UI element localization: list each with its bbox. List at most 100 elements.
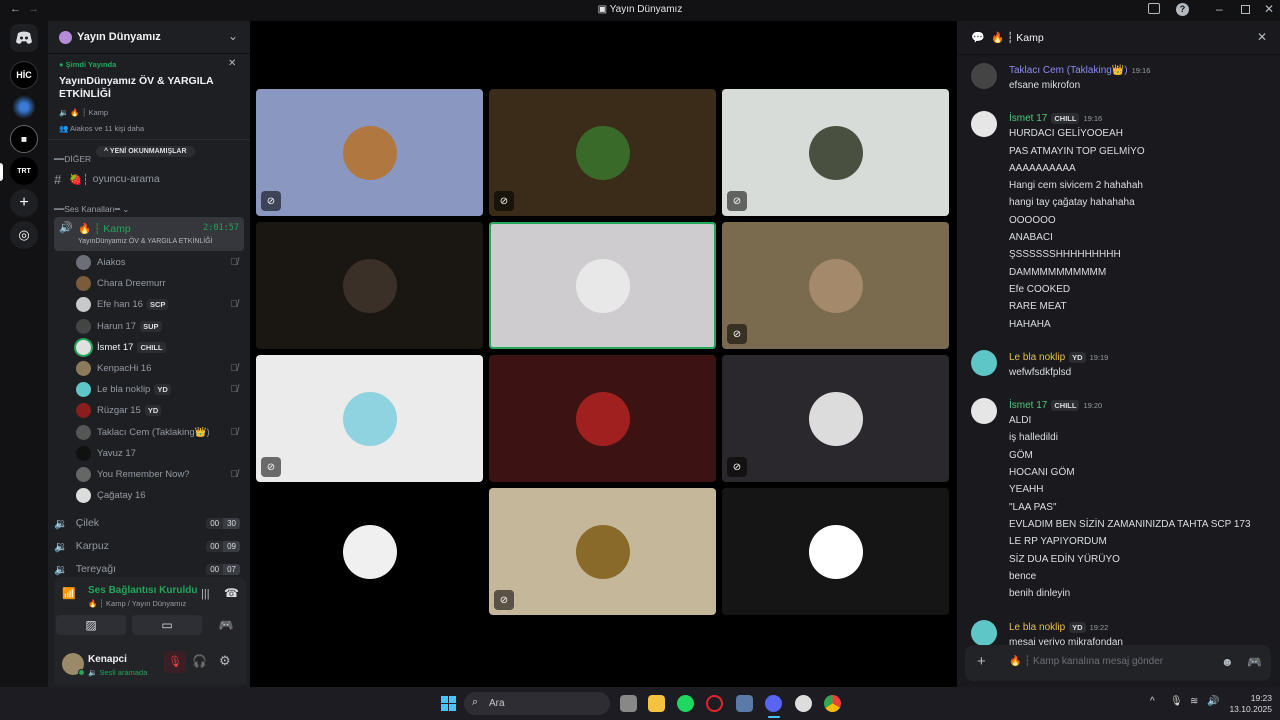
steam-icon[interactable] — [795, 695, 812, 712]
voice-member[interactable]: Taklacı Cem (Taklaking👑) 🎙̸ — [76, 423, 244, 442]
live-event-card[interactable]: ● Şimdi Yayında ✕ YayınDünyamız ÖV & YAR… — [48, 55, 250, 140]
voice-channel-name: Tereyağı — [75, 563, 116, 575]
voice-channel-name: 🔥 ┆ Kamp — [78, 223, 131, 235]
microphone-icon[interactable]: 🎙 — [1170, 696, 1183, 707]
voice-channel-subtitle: YayınDünyamız ÖV & YARGILA ETKİNLİĞİ — [78, 238, 213, 245]
help-icon[interactable]: ? — [1176, 3, 1189, 16]
volume-icon[interactable]: 🔊 — [1207, 696, 1219, 707]
video-tile[interactable]: ⊘ — [256, 355, 483, 482]
screen-share-button[interactable]: ▭ — [132, 615, 202, 635]
channel-emoji-icon: 🍓┆ — [69, 173, 89, 186]
unread-pill[interactable]: ^ YENİ OKUNMAMIŞLAR — [96, 146, 195, 157]
active-voice-channel[interactable]: 🔊 🔥 ┆ Kamp 2:01:57 YayınDünyamız ÖV & YA… — [54, 217, 244, 251]
message-time: 19:20 — [1083, 401, 1103, 411]
voice-member[interactable]: Rüzgar 15 YD — [76, 401, 244, 420]
category-voice[interactable]: ━━ Ses Kanalları ━ ⌄ — [54, 199, 244, 219]
avatar[interactable] — [971, 619, 997, 646]
video-tile[interactable]: ⊘ — [722, 355, 949, 482]
avatar[interactable] — [971, 398, 997, 425]
video-tile[interactable]: ⊘ — [489, 89, 716, 216]
video-tile[interactable] — [489, 222, 716, 349]
message-text: OOOOOO — [1009, 214, 1056, 226]
chrome-icon[interactable] — [824, 695, 841, 712]
video-tile[interactable] — [489, 355, 716, 482]
video-tile[interactable] — [256, 222, 483, 349]
tray-chevron-icon[interactable]: ^ — [1150, 696, 1155, 707]
video-tile[interactable] — [722, 488, 949, 615]
video-tile[interactable]: ⊘ — [722, 89, 949, 216]
server-hic[interactable]: HİC — [10, 61, 38, 89]
mic-muted-button[interactable]: 🎙 — [164, 651, 186, 673]
close-icon[interactable]: ✕ — [228, 58, 236, 69]
speaker-icon: 🔉 — [54, 563, 68, 576]
voice-channel[interactable]: 🔉 Çilek 00 30 — [54, 513, 244, 533]
message-text: ANABACI — [1009, 232, 1053, 244]
message-header: İsmet 17 CHILL 19:20 — [1009, 400, 1103, 412]
voice-member[interactable]: Efe han 16 SCP 🎙̸ — [76, 295, 244, 314]
taskbar-search[interactable]: ⌕ Ara — [464, 692, 610, 715]
message: Taklacı Cem (Taklaking👑) 19:16 efsane mikr… — [969, 63, 1269, 96]
disconnect-icon[interactable]: ☎ — [224, 586, 239, 600]
add-attachment-icon[interactable]: + — [977, 653, 986, 670]
discord-home-icon[interactable] — [10, 24, 38, 52]
message-text: benih dinleyin — [1009, 588, 1071, 600]
task-view-icon[interactable] — [620, 695, 637, 712]
video-tile[interactable]: ⊘ — [256, 89, 483, 216]
activity-controller-button[interactable]: 🎮 — [208, 615, 244, 635]
discord-taskbar-icon[interactable] — [765, 695, 782, 712]
message-input[interactable]: 🔥 ┆ Kamp kanalına mesaj gönder — [1009, 656, 1163, 667]
inbox-icon[interactable] — [1148, 3, 1160, 14]
wifi-icon[interactable]: ≋ — [1190, 696, 1198, 707]
voice-member[interactable]: Harun 17 SUP — [76, 317, 244, 336]
emoji-icon[interactable]: ☻ — [1221, 655, 1234, 669]
speaker-icon: 🔉 — [54, 517, 68, 530]
voice-channel[interactable]: 🔉 Karpuz 00 09 — [54, 536, 244, 556]
chevron-down-icon[interactable]: ⌄ — [228, 29, 238, 43]
close-window-icon[interactable]: ✕ — [1264, 2, 1274, 16]
file-explorer-icon[interactable] — [648, 695, 665, 712]
message-text: GÖM — [1009, 449, 1033, 461]
discover-compass-icon[interactable]: ◎ — [10, 221, 38, 249]
video-tile[interactable] — [256, 488, 483, 615]
message-time: 19:16 — [1083, 114, 1103, 124]
add-server-icon[interactable]: + — [10, 189, 38, 217]
message-header: Le bla noklip YD 19:22 — [1009, 621, 1108, 633]
maximize-icon[interactable] — [1241, 5, 1250, 14]
server-trt[interactable]: TRT — [10, 157, 38, 185]
close-chat-icon[interactable]: ✕ — [1257, 30, 1267, 44]
voice-member[interactable]: Çağatay 16 — [76, 486, 244, 505]
camera-off-button[interactable]: ▨ — [56, 615, 126, 635]
avatar — [76, 382, 91, 398]
voice-member[interactable]: KenpacHi 16 🎙̸ — [76, 359, 244, 378]
avatar — [76, 488, 91, 504]
voice-member[interactable]: Yavuz 17 — [76, 444, 244, 463]
guild-header[interactable]: Yayın Dünyamız ⌄ — [48, 21, 250, 54]
voice-member[interactable]: Aiakos 🎙̸ — [76, 253, 244, 272]
voice-member[interactable]: İsmet 17 CHILL — [76, 338, 244, 357]
video-tile[interactable]: ⊘ — [489, 488, 716, 615]
soundwave-icon[interactable]: ||| — [201, 588, 210, 600]
server-icon-ring[interactable] — [10, 93, 38, 121]
clock[interactable]: 19:23 13.10.2025 — [1226, 693, 1272, 715]
message-composer[interactable]: + 🔥 ┆ Kamp kanalına mesaj gönder ☻ 🎮 — [965, 645, 1271, 681]
voice-channel[interactable]: 🔉 Tereyağı 00 07 — [54, 559, 244, 579]
member-badge: YD — [144, 405, 162, 417]
server-white-list[interactable]: ▦ — [10, 125, 38, 153]
minimize-icon[interactable]: – — [1216, 2, 1223, 16]
avatar[interactable] — [971, 349, 997, 376]
video-tile[interactable]: ⊘ — [722, 222, 949, 349]
app-icon[interactable] — [736, 695, 753, 712]
video-grid: ⊘ ⊘ ⊘ ⊘ ⊘ ⊘ ⊘ — [250, 21, 957, 687]
headphones-icon[interactable]: 🎧 — [192, 654, 207, 668]
gamepad-icon[interactable]: 🎮 — [1247, 655, 1262, 669]
avatar[interactable] — [971, 111, 997, 138]
avatar[interactable] — [971, 63, 997, 89]
text-channel[interactable]: # 🍓┆ oyuncu-arama — [54, 169, 244, 189]
opera-icon[interactable] — [706, 695, 723, 712]
voice-member[interactable]: Chara Dreemurr — [76, 274, 244, 293]
spotify-icon[interactable] — [677, 695, 694, 712]
windows-start-icon[interactable] — [441, 696, 456, 711]
voice-member[interactable]: You Remember Now? 🎙̸ — [76, 465, 244, 484]
gear-icon[interactable]: ⚙ — [219, 653, 231, 669]
voice-member[interactable]: Le bla noklip YD 🎙̸ — [76, 380, 244, 399]
